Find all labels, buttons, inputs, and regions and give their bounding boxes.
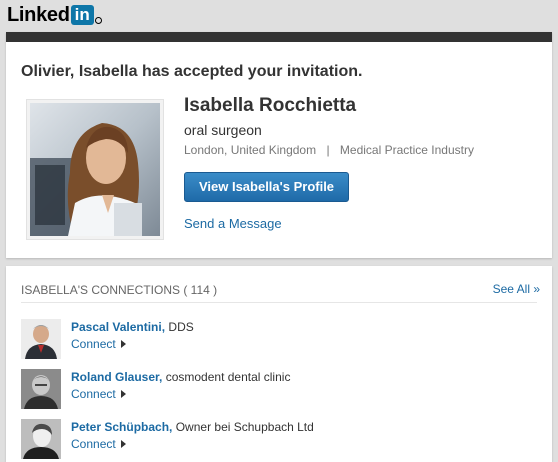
profile-photo-image — [30, 103, 160, 236]
contact-location: London, United Kingdom — [184, 143, 317, 157]
connection-detail: Owner bei Schupbach Ltd — [175, 420, 314, 434]
view-profile-button[interactable]: View Isabella's Profile — [184, 172, 349, 202]
registered-icon — [94, 17, 102, 24]
connect-label: Connect — [71, 437, 116, 451]
avatar[interactable] — [21, 369, 61, 409]
avatar-image — [21, 319, 61, 359]
contact-title: oral surgeon — [184, 122, 262, 138]
send-message-link[interactable]: Send a Message — [184, 216, 282, 231]
connect-link[interactable]: Connect — [71, 337, 126, 351]
invitation-card: Olivier, Isabella has accepted your invi… — [6, 32, 552, 258]
invitation-headline: Olivier, Isabella has accepted your invi… — [21, 63, 363, 80]
contact-meta: London, United Kingdom | Medical Practic… — [184, 143, 474, 157]
connection-detail: DDS — [168, 320, 194, 334]
connection-name[interactable]: Roland Glauser, — [71, 370, 162, 384]
connection-line: Pascal Valentini, DDS — [71, 320, 194, 334]
avatar-image — [21, 369, 61, 409]
caret-right-icon — [120, 340, 126, 348]
connection-line: Roland Glauser, cosmodent dental clinic — [71, 370, 290, 384]
connection-detail: cosmodent dental clinic — [165, 370, 291, 384]
connection-name[interactable]: Pascal Valentini, — [71, 320, 165, 334]
connection-name[interactable]: Peter Schüpbach, — [71, 420, 172, 434]
contact-industry: Medical Practice Industry — [339, 143, 474, 157]
meta-separator: | — [326, 143, 330, 157]
connect-link[interactable]: Connect — [71, 387, 126, 401]
connect-label: Connect — [71, 337, 116, 351]
connection-row: Roland Glauser, cosmodent dental clinic … — [21, 369, 531, 411]
connection-row: Peter Schüpbach, Owner bei Schupbach Ltd… — [21, 419, 531, 461]
connection-row: Pascal Valentini, DDS Connect — [21, 319, 531, 361]
connection-line: Peter Schüpbach, Owner bei Schupbach Ltd — [71, 420, 314, 434]
divider — [21, 302, 537, 303]
profile-photo[interactable] — [30, 103, 160, 236]
card-top-bar — [6, 32, 552, 42]
logo-wordmark: Linked — [7, 3, 70, 26]
logo-in-badge: in — [70, 5, 94, 25]
see-all-link[interactable]: See All » — [493, 282, 540, 296]
connect-label: Connect — [71, 387, 116, 401]
profile-photo-frame[interactable] — [26, 99, 164, 240]
avatar[interactable] — [21, 319, 61, 359]
connections-card: ISABELLA'S CONNECTIONS ( 114 ) See All »… — [6, 266, 552, 462]
caret-right-icon — [120, 440, 126, 448]
connections-header: ISABELLA'S CONNECTIONS ( 114 ) — [21, 283, 218, 297]
contact-name[interactable]: Isabella Rocchietta — [184, 95, 356, 117]
linkedin-logo[interactable]: Linked in — [7, 4, 102, 26]
connect-link[interactable]: Connect — [71, 437, 126, 451]
caret-right-icon — [120, 390, 126, 398]
avatar[interactable] — [21, 419, 61, 459]
avatar-image — [21, 419, 61, 459]
